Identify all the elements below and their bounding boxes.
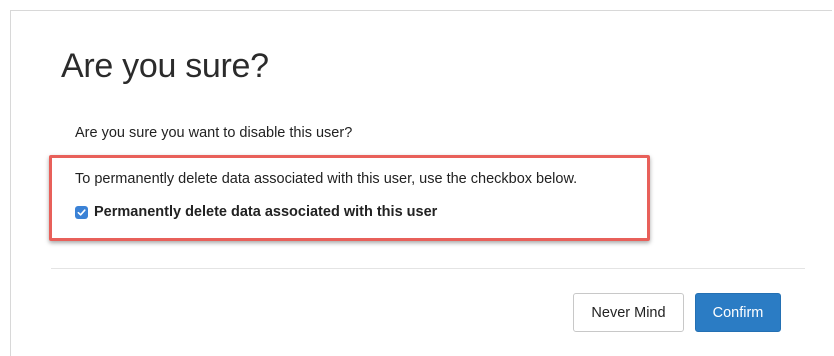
delete-info-text: To permanently delete data associated wi… (75, 171, 578, 187)
checkmark-icon (77, 208, 86, 216)
footer-divider (51, 268, 805, 269)
delete-data-checkbox[interactable] (75, 205, 88, 219)
dialog-title: Are you sure? (61, 47, 269, 85)
confirm-button[interactable]: Confirm (695, 293, 781, 332)
confirm-dialog: Are you sure? Are you sure you want to d… (10, 10, 832, 356)
never-mind-button[interactable]: Never Mind (573, 293, 684, 332)
delete-data-checkbox-row[interactable]: Permanently delete data associated with … (75, 204, 437, 220)
delete-data-checkbox-label: Permanently delete data associated with … (94, 204, 438, 220)
highlight-annotation-box (49, 155, 650, 241)
dialog-question: Are you sure you want to disable this us… (75, 125, 353, 141)
